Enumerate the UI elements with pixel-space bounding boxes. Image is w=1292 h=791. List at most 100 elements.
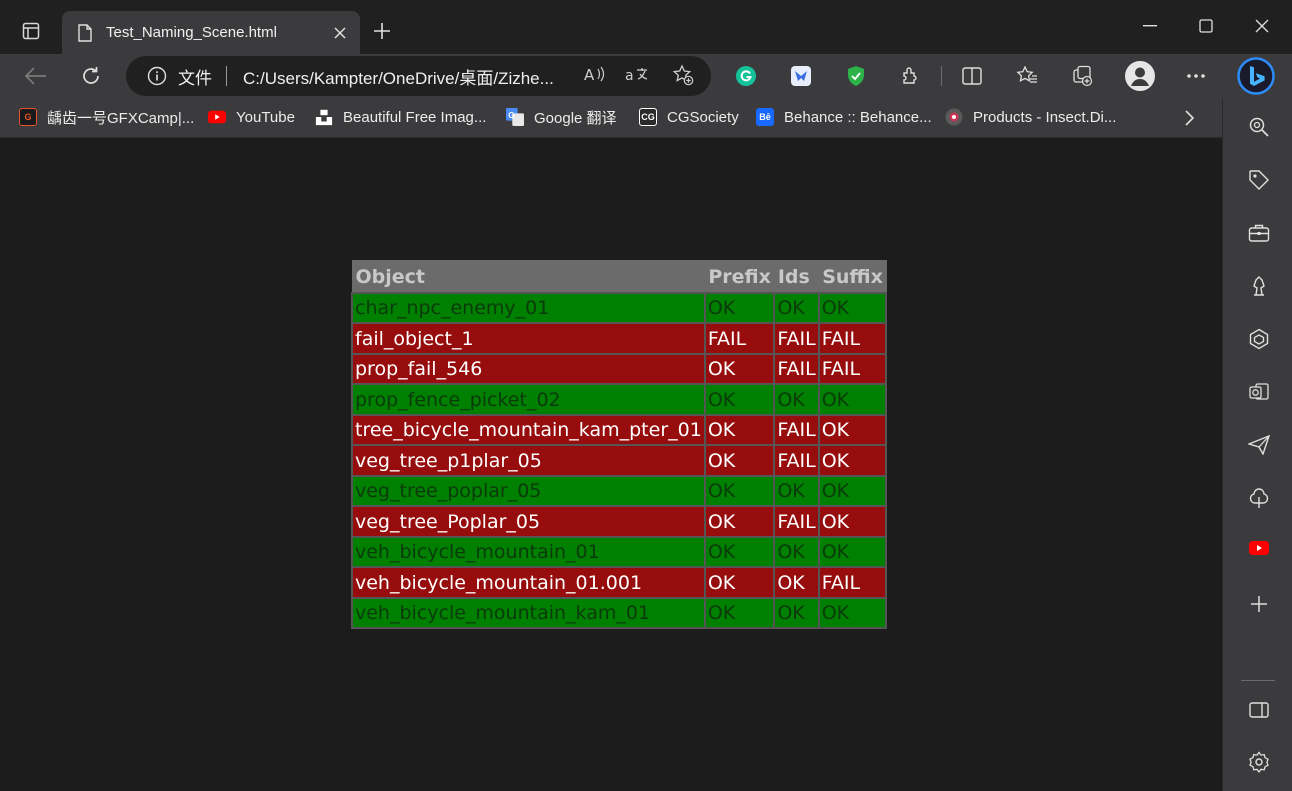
table-row: char_npc_enemy_01 OK OK OK [351,291,888,324]
split-screen-icon[interactable] [954,58,990,94]
read-aloud-icon[interactable]: A [583,63,607,87]
table-row: veg_tree_Poplar_05 OK FAIL OK [351,505,888,538]
cell-ids: FAIL [773,322,820,355]
favorite-item-google-translate[interactable]: G Google 翻译 [506,106,617,128]
shopping-tag-icon[interactable] [1241,162,1277,198]
close-tab-icon[interactable] [326,19,354,47]
cell-prefix: OK [703,413,776,446]
table-row: veh_bicycle_mountain_kam_01 OK OK OK [351,596,888,629]
favorite-item-gfxcamp[interactable]: G 龋齿一号GFXCamp|... [19,106,194,128]
close-window-icon[interactable] [1234,10,1290,42]
cell-suffix: OK [817,596,888,629]
favorite-item-insect[interactable]: Products - Insect.Di... [945,106,1116,128]
cell-prefix: OK [703,535,776,568]
search-icon[interactable] [1241,109,1277,145]
insect-icon [945,108,963,126]
refresh-icon[interactable] [73,58,109,94]
translate-icon[interactable]: a [625,63,649,87]
new-tab-icon[interactable] [366,16,398,46]
cell-object: veh_bicycle_mountain_01.001 [351,566,706,599]
cell-ids: OK [773,291,820,324]
table-row: veh_bicycle_mountain_01.001 OK OK FAIL [351,566,888,599]
table-row: prop_fence_picket_02 OK OK OK [351,383,888,416]
tab-strip: Test_Naming_Scene.html [0,0,1292,54]
cell-object: prop_fence_picket_02 [351,383,706,416]
office-icon[interactable] [1241,321,1277,357]
page-content: Object Prefix Ids Suffix char_npc_enemy_… [0,139,1222,791]
favorite-item-youtube[interactable]: YouTube [208,106,295,128]
settings-gear-icon[interactable] [1241,744,1277,780]
cell-object: prop_fail_546 [351,352,706,385]
collections-icon[interactable] [1064,58,1100,94]
toolbar-separator [941,66,942,86]
svg-text:G: G [508,111,514,120]
shield-icon[interactable] [838,58,874,94]
hide-sidebar-icon[interactable] [1241,692,1277,728]
send-icon[interactable] [1241,427,1277,463]
more-options-icon[interactable] [1178,58,1214,94]
tab-title: Test_Naming_Scene.html [106,24,277,41]
browser-window: Test_Naming_Scene.html 文件 C:/Users/Kampt… [0,0,1292,791]
cell-object: char_npc_enemy_01 [351,291,706,324]
cell-suffix: FAIL [817,322,888,355]
minimize-icon[interactable] [1122,10,1178,42]
add-sidebar-app-icon[interactable] [1241,586,1277,622]
extensions-icon[interactable] [893,58,929,94]
youtube-sidebar-icon[interactable] [1241,530,1277,566]
cell-prefix: OK [703,352,776,385]
table-row: veh_bicycle_mountain_01 OK OK OK [351,535,888,568]
url-text[interactable]: C:/Users/Kampter/OneDrive/桌面/Zizhe... [243,64,573,89]
cell-suffix: OK [817,291,888,324]
cell-suffix: OK [817,413,888,446]
youtube-icon [208,108,226,126]
profile-avatar[interactable] [1122,58,1158,94]
favorites-bar: G 龋齿一号GFXCamp|... YouTube Beautiful Free… [0,98,1222,138]
add-favorite-icon[interactable] [671,63,695,87]
cell-ids: FAIL [773,413,820,446]
cell-prefix: OK [703,505,776,538]
cell-ids: OK [773,566,820,599]
cell-ids: OK [773,596,820,629]
favorite-item-cgsociety[interactable]: CG CGSociety [639,106,739,128]
favorite-item-unsplash[interactable]: Beautiful Free Imag... [315,106,486,128]
svg-text:A: A [584,66,595,84]
cgsociety-icon: CG [639,108,657,126]
cell-prefix: OK [703,474,776,507]
tree-icon[interactable] [1241,480,1277,516]
table-header-row: Object Prefix Ids Suffix [351,260,887,293]
column-header-ids: Ids [773,260,820,293]
tab-active[interactable]: Test_Naming_Scene.html [62,11,360,54]
cell-suffix: FAIL [817,566,888,599]
column-header-object: Object [351,260,706,293]
back-icon[interactable] [18,58,54,94]
cell-object: tree_bicycle_mountain_kam_pter_01 [351,413,706,446]
column-header-suffix: Suffix [818,260,887,293]
cell-suffix: OK [817,505,888,538]
cell-prefix: OK [703,383,776,416]
tools-briefcase-icon[interactable] [1241,215,1277,251]
favorite-item-behance[interactable]: Bē Behance :: Behance... [756,106,932,128]
games-icon[interactable] [1241,268,1277,304]
extension-bird-icon[interactable] [783,58,819,94]
workspaces-icon[interactable] [14,16,48,46]
cell-suffix: OK [817,535,888,568]
chevron-right-icon[interactable] [1176,105,1202,131]
cell-ids: FAIL [773,352,820,385]
toolbar: 文件 C:/Users/Kampter/OneDrive/桌面/Zizhe...… [0,54,1292,98]
naming-results-table: Object Prefix Ids Suffix char_npc_enemy_… [351,260,888,629]
cell-ids: FAIL [773,444,820,477]
address-separator [226,66,227,86]
grammarly-icon[interactable] [728,58,764,94]
info-icon[interactable] [146,65,168,87]
bing-chat-icon[interactable] [1236,56,1276,96]
favorites-icon[interactable] [1009,58,1045,94]
outlook-icon[interactable] [1241,374,1277,410]
maximize-icon[interactable] [1178,10,1234,42]
cell-object: veg_tree_poplar_05 [351,474,706,507]
cell-suffix: OK [817,474,888,507]
cell-suffix: FAIL [817,352,888,385]
table-row: fail_object_1 FAIL FAIL FAIL [351,322,888,355]
unsplash-icon [315,108,333,126]
cell-suffix: OK [817,444,888,477]
address-bar[interactable]: 文件 C:/Users/Kampter/OneDrive/桌面/Zizhe... [126,56,711,96]
